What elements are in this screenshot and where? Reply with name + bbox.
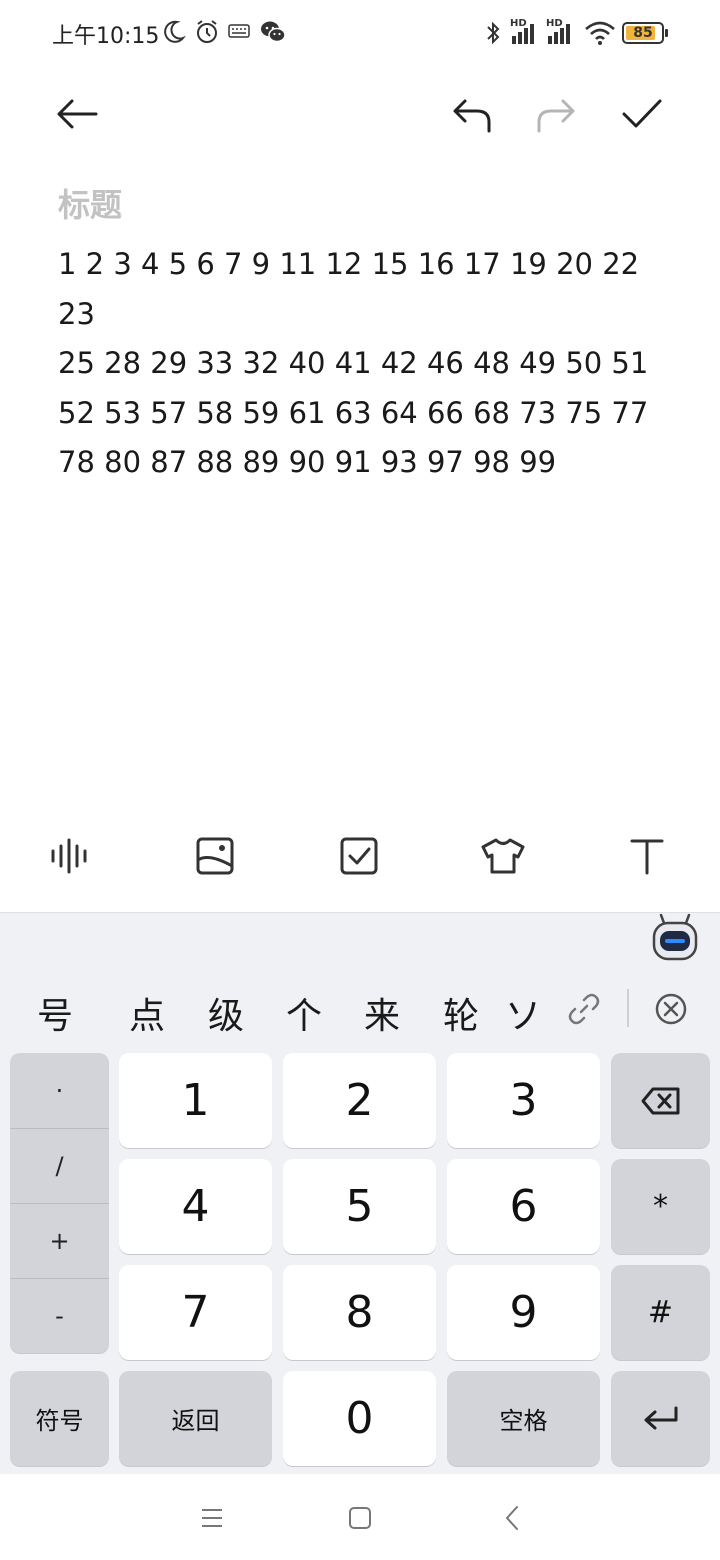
- candidate-word[interactable]: 轮: [431, 987, 491, 1039]
- key-5[interactable]: 5: [283, 1159, 436, 1254]
- check-icon: [622, 99, 662, 128]
- hash-key[interactable]: #: [611, 1265, 710, 1360]
- bluetooth-icon: [487, 21, 500, 45]
- note-title-input[interactable]: 标题: [58, 180, 122, 226]
- format-toolbar: [0, 826, 720, 886]
- menu-nav-button[interactable]: [190, 1498, 234, 1538]
- home-square-icon: [349, 1507, 371, 1529]
- note-line: 78 80 87 88 89 90 91 93 97 98 99: [58, 445, 557, 479]
- symbol-key[interactable]: 符号: [10, 1371, 109, 1466]
- key-1[interactable]: 1: [119, 1053, 272, 1148]
- voice-wave-icon: [51, 838, 87, 874]
- insert-image-button[interactable]: [190, 832, 240, 880]
- checkbox-icon: [340, 837, 378, 875]
- done-button[interactable]: [616, 88, 668, 140]
- image-icon: [196, 837, 234, 875]
- candidate-word[interactable]: 来: [352, 987, 412, 1039]
- undo-button[interactable]: [446, 90, 498, 140]
- moon-icon: [164, 20, 186, 43]
- key-0[interactable]: 0: [283, 1371, 436, 1466]
- wifi-icon: [585, 21, 615, 45]
- enter-icon: [644, 1406, 677, 1429]
- voice-input-button[interactable]: [46, 832, 96, 880]
- key-8[interactable]: 8: [283, 1265, 436, 1360]
- note-line: 25 28 29 33 32 40 41 42 46 48 49 50 51: [58, 346, 649, 380]
- note-line: 1 2 3 4 5 6 7 9 11 12 15 16 17 19 20 22 …: [58, 247, 640, 331]
- star-key[interactable]: *: [611, 1159, 710, 1254]
- symbol-key-slash[interactable]: /: [10, 1128, 109, 1203]
- candidate-word[interactable]: 级: [196, 987, 256, 1039]
- symbol-key-dot[interactable]: ·: [10, 1053, 109, 1128]
- key-6[interactable]: 6: [447, 1159, 600, 1254]
- back-nav-button[interactable]: [490, 1498, 534, 1538]
- note-line: 52 53 57 58 59 61 63 64 66 68 73 75 77: [58, 395, 649, 430]
- close-circle-icon: [655, 993, 687, 1025]
- candidate-bar: 号 点 级 个 来 轮 ソ: [0, 977, 720, 1039]
- checklist-button[interactable]: [334, 832, 384, 880]
- candidate-word[interactable]: ソ: [503, 987, 543, 1039]
- symbol-column: · / + -: [10, 1053, 109, 1353]
- signal-2: HD: [544, 18, 576, 44]
- symbol-key-minus[interactable]: -: [10, 1278, 109, 1353]
- candidate-word[interactable]: 号: [25, 987, 85, 1039]
- signal-icon: [548, 24, 570, 44]
- candidate-word[interactable]: 点: [117, 987, 177, 1039]
- battery-icon: 85: [622, 22, 668, 44]
- space-key[interactable]: 空格: [447, 1371, 600, 1466]
- enter-key[interactable]: [611, 1371, 710, 1466]
- note-body-editor[interactable]: 1 2 3 4 5 6 7 9 11 12 15 16 17 19 20 22 …: [58, 240, 658, 488]
- redo-button[interactable]: [530, 90, 582, 140]
- back-button[interactable]: [48, 88, 106, 140]
- key-7[interactable]: 7: [119, 1265, 272, 1360]
- link-button[interactable]: [562, 989, 606, 1029]
- signal-icon: [512, 24, 534, 44]
- key-3[interactable]: 3: [447, 1053, 600, 1148]
- keyboard: 号 点 级 个 来 轮 ソ · / + - 1 2 3 4 5 6 * 7 8 …: [0, 912, 720, 1474]
- key-2[interactable]: 2: [283, 1053, 436, 1148]
- link-icon: [568, 993, 600, 1025]
- home-nav-button[interactable]: [338, 1498, 382, 1538]
- status-bar: 上午10:15 HD HD 85: [0, 0, 720, 66]
- alarm-icon: [197, 20, 217, 43]
- shirt-icon: [481, 838, 525, 874]
- battery-level: 85: [633, 25, 653, 41]
- text-format-button[interactable]: [622, 832, 672, 880]
- key-4[interactable]: 4: [119, 1159, 272, 1254]
- redo-icon: [537, 99, 575, 133]
- symbol-key-plus[interactable]: +: [10, 1203, 109, 1278]
- keyboard-icon: [228, 24, 250, 38]
- undo-icon: [453, 99, 491, 133]
- navigation-bar: [0, 1474, 720, 1560]
- candidate-word[interactable]: 个: [274, 987, 334, 1039]
- theme-button[interactable]: [477, 832, 529, 880]
- back-arrow-icon: [57, 99, 98, 129]
- ai-assistant-icon[interactable]: [652, 913, 698, 963]
- menu-icon: [202, 1509, 222, 1527]
- delete-key[interactable]: [611, 1053, 710, 1148]
- signal-1: HD: [508, 18, 540, 44]
- key-9[interactable]: 9: [447, 1265, 600, 1360]
- close-candidates-button[interactable]: [650, 989, 692, 1029]
- back-key[interactable]: 返回: [119, 1371, 272, 1466]
- wechat-icon: [261, 21, 286, 43]
- text-format-icon: [630, 839, 664, 875]
- backspace-icon: [641, 1087, 679, 1114]
- status-time: 上午10:15: [52, 24, 160, 49]
- candidate-divider: [627, 989, 629, 1027]
- chevron-left-icon: [506, 1506, 518, 1530]
